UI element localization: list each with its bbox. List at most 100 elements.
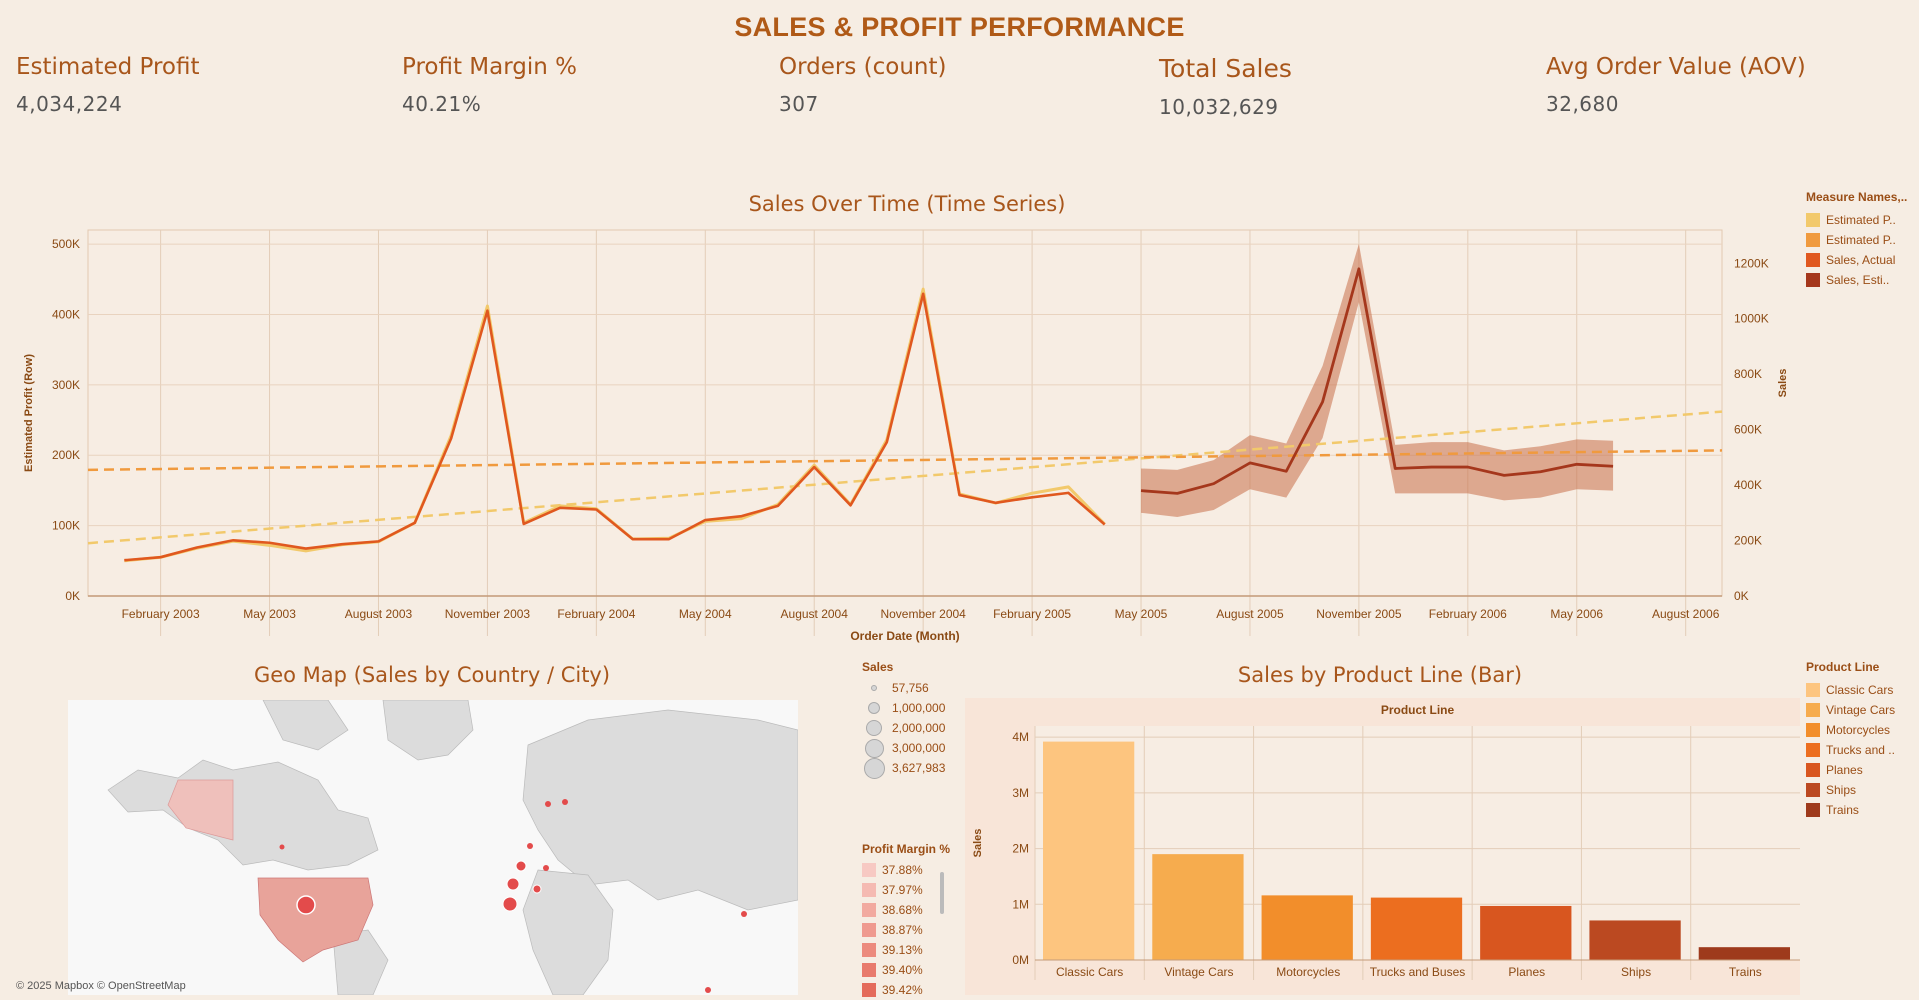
legend-label: Motorcycles — [1826, 723, 1891, 737]
bar — [1589, 920, 1681, 960]
x-tick-label: February 2003 — [122, 607, 200, 621]
legend-label: Sales, Actual — [1826, 253, 1896, 267]
x-tick-label: August 2003 — [345, 607, 413, 621]
legend-item: 1,000,000 — [862, 698, 945, 718]
x-tick-label: August 2006 — [1652, 607, 1720, 621]
time-series-legend: Measure Names,.. Estimated P.. Estimated… — [1806, 190, 1907, 290]
geo-map[interactable] — [68, 700, 798, 995]
legend-item[interactable]: 37.97% — [862, 880, 950, 900]
legend-item[interactable]: 37.88% — [862, 860, 950, 880]
x-tick-label: Trains — [1729, 965, 1762, 979]
geo-map-title: Geo Map (Sales by Country / City) — [253, 663, 611, 687]
kpi-label: Avg Order Value (AOV) — [1546, 54, 1806, 80]
legend-label: 2,000,000 — [892, 721, 946, 735]
profit-margin-legend: Profit Margin % 37.88% 37.97% 38.68% 38.… — [862, 842, 950, 1000]
world-map-graphic — [68, 700, 798, 995]
legend-title: Sales — [862, 660, 894, 674]
product-line-chart[interactable]: Product Line 0M 1M 2M 3M 4M Sales Classic Cars V… — [955, 698, 1800, 995]
kpi-orders: Orders (count) 307 — [779, 54, 947, 116]
kpi-estimated-profit: Estimated Profit 4,034,224 — [16, 54, 200, 116]
legend-label: Sales, Esti.. — [1826, 273, 1890, 287]
y-tick-label: 2M — [1012, 842, 1029, 856]
time-series-chart[interactable]: February 2003 May 2003 August 2003 November… — [0, 220, 1800, 650]
x-tick-label: Classic Cars — [1056, 965, 1123, 979]
y2-axis-label: Sales — [1777, 369, 1789, 398]
legend-label: 3,627,983 — [892, 761, 946, 775]
legend-item[interactable]: Sales, Actual — [1806, 250, 1907, 270]
kpi-aov: Avg Order Value (AOV) 32,680 — [1546, 54, 1806, 116]
x-tick-label: May 2003 — [243, 607, 296, 621]
y-tick-label: 0M — [1012, 953, 1029, 967]
y2-tick-label: 400K — [1734, 478, 1762, 492]
legend-item[interactable]: Sales, Esti.. — [1806, 270, 1907, 290]
legend-item[interactable]: Vintage Cars — [1806, 700, 1895, 720]
y-tick-label: 400K — [52, 307, 80, 321]
kpi-label: Estimated Profit — [16, 54, 200, 80]
legend-label: Trains — [1826, 803, 1859, 817]
legend-label: Vintage Cars — [1826, 703, 1896, 717]
x-tick-label: November 2003 — [445, 607, 531, 621]
y2-tick-label: 200K — [1734, 534, 1762, 548]
legend-label: Trucks and .. — [1826, 743, 1895, 757]
kpi-value: 4,034,224 — [16, 92, 123, 116]
legend-label: Ships — [1826, 783, 1857, 797]
x-axis-label: Order Date (Month) — [850, 629, 959, 643]
legend-item[interactable]: Trucks and .. — [1806, 740, 1895, 760]
y-axis-label: Estimated Profit (Row) — [23, 354, 35, 472]
kpi-total-sales: Total Sales 10,032,629 — [1159, 54, 1292, 119]
column-header: Product Line — [1381, 703, 1455, 717]
y-tick-label: 0K — [65, 589, 80, 603]
legend-item: 3,627,983 — [862, 757, 946, 779]
legend-item[interactable]: 39.40% — [862, 960, 950, 980]
legend-label: 38.68% — [882, 903, 923, 917]
legend-label: 37.88% — [882, 863, 923, 877]
bar — [1043, 741, 1135, 960]
y2-tick-label: 1200K — [1734, 256, 1769, 270]
bar — [1370, 897, 1463, 960]
legend-label: 3,000,000 — [892, 741, 946, 755]
legend-item: 3,000,000 — [862, 738, 945, 758]
legend-swatch — [1806, 233, 1820, 247]
legend-title: Product Line — [1806, 660, 1880, 674]
y2-tick-label: 1000K — [1734, 312, 1769, 326]
kpi-value: 40.21% — [402, 92, 482, 116]
legend-item[interactable]: Ships — [1806, 780, 1895, 800]
x-tick-label: May 2004 — [679, 607, 732, 621]
legend-item[interactable]: Estimated P.. — [1806, 230, 1907, 250]
legend-item[interactable]: Estimated P.. — [1806, 210, 1907, 230]
product-line-legend: Product Line Classic Cars Vintage Cars M… — [1806, 660, 1895, 820]
x-tick-label: November 2005 — [1316, 607, 1402, 621]
y-tick-label: 100K — [52, 519, 80, 533]
x-tick-label: August 2004 — [781, 607, 849, 621]
x-tick-label: Motorcycles — [1276, 965, 1340, 979]
bar — [1480, 905, 1572, 960]
legend-scrollbar[interactable] — [940, 872, 944, 914]
legend-item[interactable]: 38.87% — [862, 920, 950, 940]
legend-item: 2,000,000 — [862, 718, 945, 738]
x-tick-label: May 2006 — [1550, 607, 1603, 621]
legend-item[interactable]: Trains — [1806, 800, 1895, 820]
sales-size-legend: Sales 57,756 1,000,000 2,000,000 3,000,0… — [862, 660, 946, 779]
legend-label: 37.97% — [882, 883, 923, 897]
legend-item[interactable]: 39.42% — [862, 980, 950, 1000]
x-tick-label: Vintage Cars — [1164, 965, 1233, 979]
kpi-profit-margin: Profit Margin % 40.21% — [402, 54, 577, 116]
map-credit[interactable]: © 2025 Mapbox © OpenStreetMap — [16, 980, 186, 992]
y-tick-label: 300K — [52, 378, 80, 392]
x-tick-label: Trucks and Buses — [1370, 965, 1466, 979]
legend-item[interactable]: 39.13% — [862, 940, 950, 960]
y-tick-label: 200K — [52, 448, 80, 462]
y-tick-label: 3M — [1012, 786, 1029, 800]
y-axis-label: Sales — [972, 829, 984, 858]
legend-item[interactable]: Classic Cars — [1806, 680, 1895, 700]
kpi-label: Total Sales — [1159, 54, 1292, 83]
bar — [1698, 947, 1790, 960]
y-tick-label: 1M — [1012, 897, 1029, 911]
legend-item[interactable]: 38.68% — [862, 900, 950, 920]
legend-item[interactable]: Motorcycles — [1806, 720, 1895, 740]
legend-swatch — [1806, 213, 1820, 227]
legend-swatch — [1806, 253, 1820, 267]
y2-tick-label: 800K — [1734, 367, 1762, 381]
legend-item[interactable]: Planes — [1806, 760, 1895, 780]
legend-item: 57,756 — [862, 678, 945, 698]
